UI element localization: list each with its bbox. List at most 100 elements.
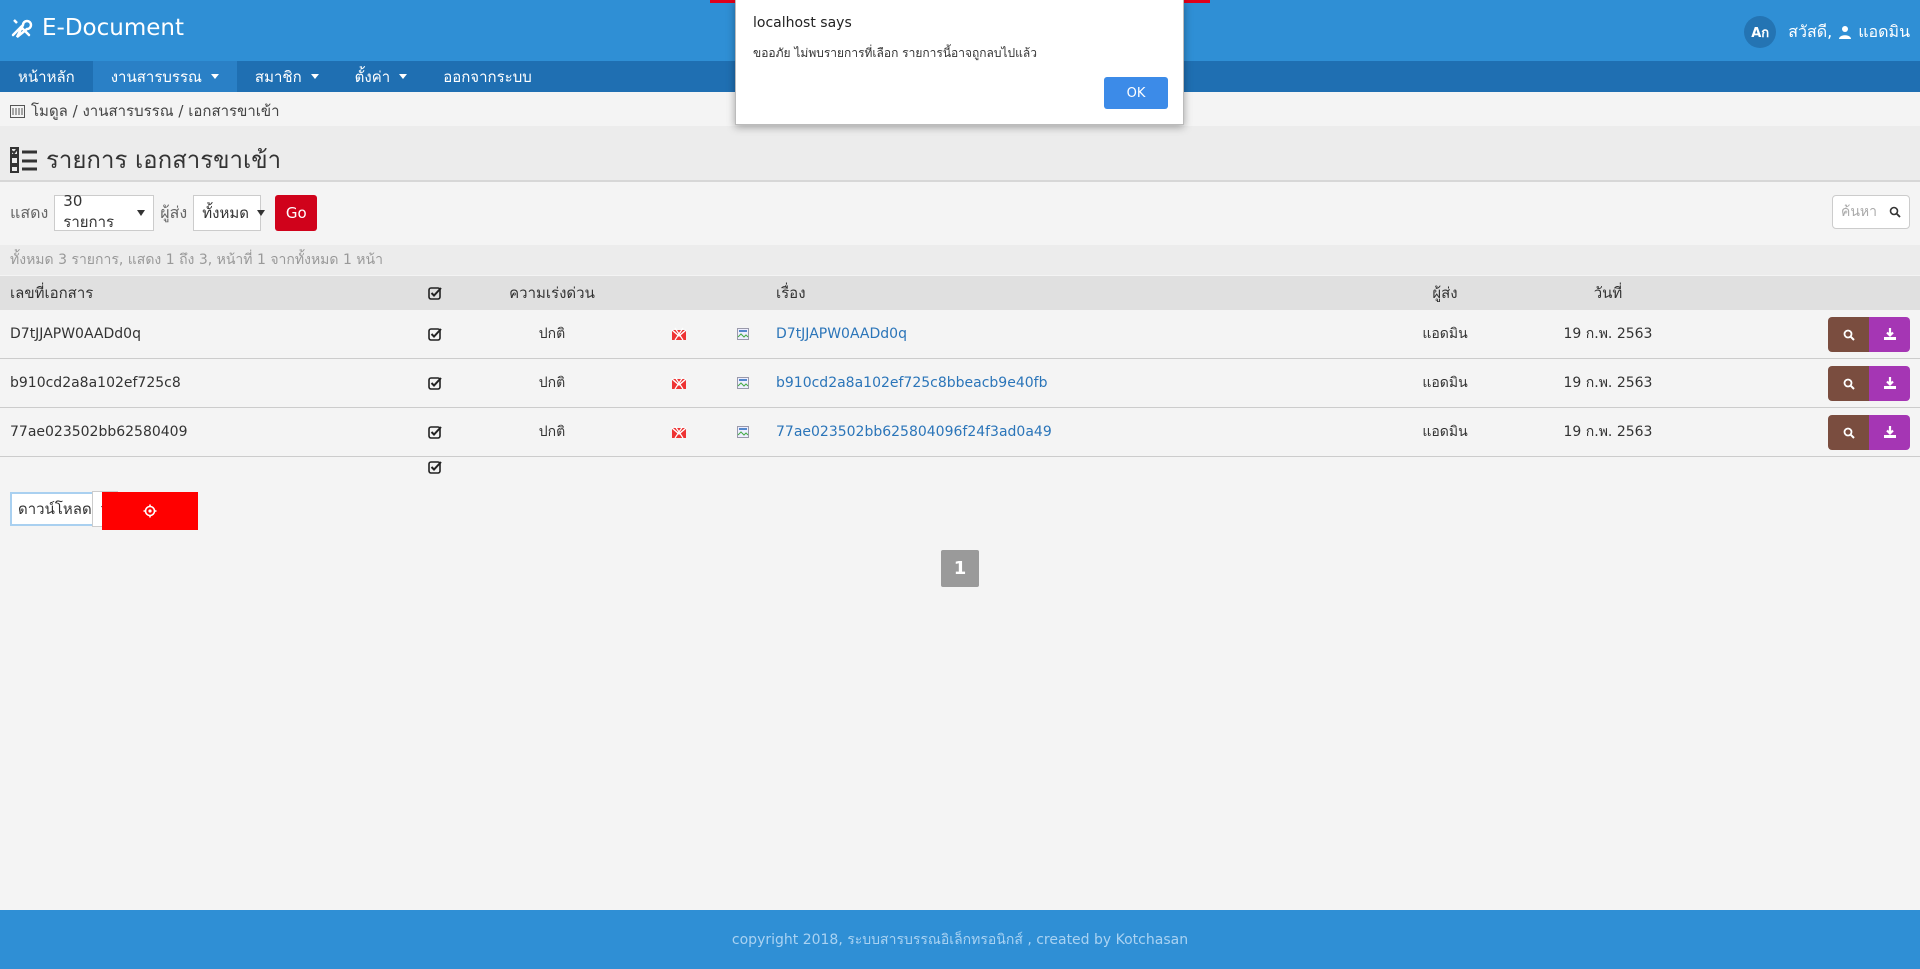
sender-value: ทั้งหมด	[202, 204, 249, 222]
doc-no: D7tJJAPW0AADd0q	[10, 326, 141, 342]
search-icon	[1843, 427, 1855, 439]
sender-select[interactable]: ทั้งหมด	[193, 195, 265, 231]
subject-link[interactable]: b910cd2a8a102ef725c8bbeacb9e40fb	[776, 359, 1047, 407]
date: 19 ก.พ. 2563	[1563, 375, 1653, 391]
subject-link[interactable]: D7tJJAPW0AADd0q	[776, 310, 907, 358]
nav-documents[interactable]: งานสารบรรณ	[92, 61, 237, 92]
download-button[interactable]	[1869, 366, 1910, 401]
download-icon	[1883, 377, 1896, 389]
row-checkbox[interactable]	[428, 359, 442, 407]
show-select[interactable]: 30 รายการ	[54, 192, 155, 231]
page-title-text: รายการ เอกสารขาเข้า	[46, 146, 282, 174]
breadcrumb-text[interactable]: โมดูล / งานสารบรรณ / เอกสารขาเข้า	[31, 99, 280, 123]
user-name: แอดมิน	[1858, 21, 1910, 41]
header-urgency[interactable]: ความเร่งด่วน	[480, 276, 624, 310]
bulk-actions: ดาวน์โหลด	[10, 491, 198, 530]
doc-no: b910cd2a8a102ef725c8	[10, 375, 181, 391]
checkbox-checked-icon	[428, 287, 442, 300]
nav-members[interactable]: สมาชิก	[237, 61, 337, 92]
filter-bar: แสดง 30 รายการ ผู้ส่ง ทั้งหมด Go	[10, 192, 318, 231]
user-menu[interactable]: สวัสดี, แอดมิน	[1788, 20, 1910, 45]
page-title: รายการ เอกสารขาเข้า	[10, 140, 281, 179]
date: 19 ก.พ. 2563	[1563, 424, 1653, 440]
tools-icon	[11, 19, 33, 38]
search-input[interactable]: ค้นหา	[1841, 201, 1877, 223]
view-button[interactable]	[1828, 366, 1869, 401]
table-header: เลขที่เอกสาร ความเร่งด่วน เรื่อง ผู้ส่ง …	[0, 276, 1920, 310]
dropdown-arrow-icon	[137, 210, 146, 216]
caret-down-icon	[399, 74, 408, 79]
unread-mail-icon	[670, 408, 688, 456]
download-icon	[1883, 328, 1896, 340]
go-button[interactable]: Go	[275, 195, 318, 231]
dropdown-arrow-icon	[256, 210, 265, 216]
sender: แอดมิน	[1422, 375, 1468, 391]
gear-icon	[143, 504, 157, 518]
footer: copyright 2018, ระบบสารบรรณอิเล็กทรอนิกส…	[0, 910, 1920, 969]
download-button[interactable]	[1869, 317, 1910, 352]
nav-settings[interactable]: ตั้งค่า	[337, 61, 426, 92]
app-logo[interactable]: E-Document	[10, 15, 184, 41]
table-row: D7tJJAPW0AADd0q ปกติ D7tJJAPW0AADd0q แอด…	[0, 310, 1920, 359]
header-subject[interactable]: เรื่อง	[776, 276, 806, 310]
unread-mail-icon	[670, 310, 688, 358]
dialog-title: localhost says	[753, 15, 852, 31]
file-image-icon	[736, 310, 750, 358]
search-icon	[1843, 329, 1855, 341]
subject-link[interactable]: 77ae023502bb625804096f24f3ad0a49	[776, 408, 1052, 456]
row-checkbox[interactable]	[428, 408, 442, 456]
sender: แอดมิน	[1422, 326, 1468, 342]
header-date[interactable]: วันที่	[1560, 276, 1656, 310]
search-box[interactable]: ค้นหา	[1832, 195, 1910, 229]
nav-documents-label: งานสารบรรณ	[110, 67, 202, 86]
view-button[interactable]	[1828, 415, 1869, 450]
select-all-checkbox[interactable]	[428, 459, 442, 478]
file-image-icon	[736, 408, 750, 456]
checkbox-checked-icon	[428, 328, 442, 341]
header-check[interactable]	[428, 276, 442, 310]
summary-text: ทั้งหมด 3 รายการ, แสดง 1 ถึง 3, หน้าที่ …	[0, 245, 1920, 275]
sender: แอดมิน	[1422, 424, 1468, 440]
search-icon[interactable]	[1889, 206, 1901, 218]
caret-down-icon	[210, 74, 219, 79]
download-icon	[1883, 426, 1896, 438]
view-button[interactable]	[1828, 317, 1869, 352]
breadcrumb: โมดูล / งานสารบรรณ / เอกสารขาเข้า	[10, 99, 280, 123]
nav-members-label: สมาชิก	[254, 67, 302, 86]
urgency: ปกติ	[538, 375, 566, 391]
dialog-message: ขออภัย ไม่พบรายการที่เลือก รายการนี้อาจถ…	[753, 46, 1037, 60]
table-row: b910cd2a8a102ef725c8 ปกติ b910cd2a8a102e…	[0, 359, 1920, 408]
checkbox-checked-icon	[428, 426, 442, 439]
nav-home[interactable]: หน้าหลัก	[0, 61, 93, 92]
caret-down-icon	[310, 74, 319, 79]
show-value: 30 รายการ	[63, 192, 115, 231]
show-label: แสดง	[10, 202, 49, 222]
language-button[interactable]: Aก	[1744, 16, 1777, 48]
download-button[interactable]	[1869, 415, 1910, 450]
bulk-action-select[interactable]: ดาวน์โหลด	[10, 491, 118, 527]
bulk-action-value: ดาวน์โหลด	[18, 500, 92, 518]
row-checkbox[interactable]	[428, 310, 442, 358]
file-image-icon	[736, 359, 750, 407]
header-sender[interactable]: ผู้ส่ง	[1400, 276, 1490, 310]
checkbox-checked-icon	[428, 377, 442, 390]
doc-no: 77ae023502bb62580409	[10, 424, 188, 440]
bulk-submit-button[interactable]	[102, 492, 198, 530]
sender-label: ผู้ส่ง	[160, 202, 188, 222]
nav-logout[interactable]: ออกจากระบบ	[425, 61, 550, 92]
header-doc-no[interactable]: เลขที่เอกสาร	[10, 276, 93, 310]
unread-mail-icon	[670, 359, 688, 407]
urgency: ปกติ	[538, 326, 566, 342]
date: 19 ก.พ. 2563	[1563, 326, 1653, 342]
nav-settings-label: ตั้งค่า	[354, 67, 391, 86]
checkbox-checked-icon	[428, 461, 442, 474]
module-icon	[10, 104, 25, 118]
search-icon	[1843, 378, 1855, 390]
page-1-button[interactable]: 1	[941, 550, 979, 587]
dialog-ok-button[interactable]: OK	[1104, 77, 1168, 109]
greeting-text: สวัสดี,	[1788, 21, 1833, 41]
checklist-icon	[10, 146, 37, 173]
table-row: 77ae023502bb62580409 ปกติ 77ae023502bb62…	[0, 408, 1920, 457]
user-icon	[1839, 26, 1852, 39]
title-area: รายการ เอกสารขาเข้า	[0, 126, 1920, 182]
